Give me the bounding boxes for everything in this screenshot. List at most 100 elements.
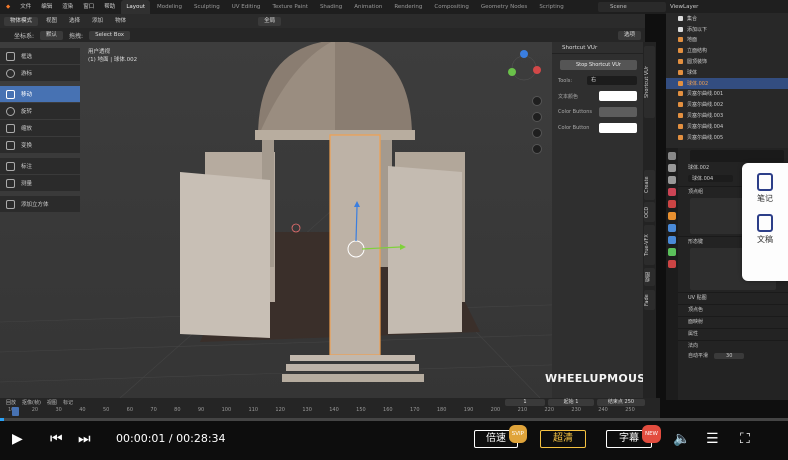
outliner-row[interactable]: 圆顶装饰 <box>666 56 788 67</box>
material-props-icon[interactable] <box>668 260 676 268</box>
play-icon[interactable]: ▶ <box>12 431 23 447</box>
outliner-row[interactable]: 贝塞尔曲线.001 <box>666 89 788 100</box>
menu-window[interactable]: 窗口 <box>79 0 98 14</box>
properties-search[interactable] <box>690 150 784 162</box>
modifier-props-icon[interactable] <box>668 224 676 232</box>
timeline-menu-playback[interactable]: 回放 <box>6 399 16 406</box>
menu-help[interactable]: 帮助 <box>100 0 119 14</box>
notes-button[interactable]: 笔记 <box>742 173 788 204</box>
menu-file[interactable]: 文件 <box>16 0 35 14</box>
tab-true-vfx[interactable]: True-VFX <box>644 225 655 265</box>
tab-animation[interactable]: Animation <box>349 0 387 14</box>
timeline-menu-keying[interactable]: 抠像(帧) <box>22 399 41 406</box>
menu-render[interactable]: 渲染 <box>58 0 77 14</box>
tool-annotate[interactable]: 标注 <box>0 158 80 174</box>
mesh-name-field[interactable]: 球体.004 <box>688 175 734 182</box>
menu-object[interactable]: 物体 <box>111 14 130 28</box>
data-props-icon[interactable] <box>668 248 676 256</box>
menu-select[interactable]: 选择 <box>65 14 84 28</box>
end-frame-field[interactable]: 结束点 250 <box>597 399 645 406</box>
section-face-maps[interactable]: 面映射 <box>666 316 788 326</box>
grid-view-icon[interactable] <box>532 144 542 154</box>
tab-scripting[interactable]: Scripting <box>534 0 568 14</box>
camera-icon[interactable] <box>532 128 542 138</box>
outliner-row[interactable]: 集合 <box>666 13 788 24</box>
outliner-row[interactable]: 添加以下 <box>666 24 788 35</box>
next-icon[interactable]: ⏭ <box>78 431 91 447</box>
constraint-props-icon[interactable] <box>668 236 676 244</box>
drag-dropdown[interactable]: Select Box <box>89 30 131 40</box>
tab-shading[interactable]: Shading <box>315 0 347 14</box>
playlist-icon[interactable]: ☰ <box>706 431 719 447</box>
tool-scale[interactable]: 缩放 <box>0 120 80 136</box>
current-frame-field[interactable]: 1 <box>505 399 545 406</box>
tab-ocd[interactable]: OCD <box>644 202 655 222</box>
previous-icon[interactable]: ⏮ <box>50 431 63 447</box>
menu-view[interactable]: 视图 <box>42 14 61 28</box>
tool-measure[interactable]: 测量 <box>0 175 80 191</box>
tab-sculpting[interactable]: Sculpting <box>189 0 225 14</box>
outliner-row[interactable]: 球体 <box>666 67 788 78</box>
fullscreen-icon[interactable]: ⛶ <box>740 431 750 447</box>
speed-button[interactable]: 倍速 SVIP <box>474 425 527 448</box>
tab-fade[interactable]: Fade <box>644 290 655 310</box>
tool-add-cube[interactable]: 添加立方体 <box>0 196 80 212</box>
object-props-icon[interactable] <box>668 212 676 220</box>
coord-dropdown[interactable]: 默认 <box>40 30 64 40</box>
section-attributes[interactable]: 属性 <box>666 328 788 338</box>
tab-create[interactable]: Create <box>644 170 655 200</box>
autosmooth-field[interactable]: 30 <box>714 352 745 359</box>
tool-select-box[interactable]: 框选 <box>0 48 80 64</box>
timeline-playhead[interactable] <box>12 407 19 416</box>
outliner-row[interactable]: 贝塞尔曲线.004 <box>666 121 788 132</box>
tab-shortcut-vur[interactable]: Shortcut VUr <box>644 46 655 118</box>
tab-rendering[interactable]: Rendering <box>389 0 427 14</box>
zoom-icon[interactable] <box>532 96 542 106</box>
progress-bar[interactable] <box>0 418 788 421</box>
tab-compositing[interactable]: Compositing <box>429 0 473 14</box>
menu-edit[interactable]: 编辑 <box>37 0 56 14</box>
timeline[interactable]: 回放 抠像(帧) 视图 标记 1 起始 1 结束点 250 1020304050… <box>0 398 660 418</box>
tab-texture-paint[interactable]: Texture Paint <box>267 0 313 14</box>
section-color-attributes[interactable]: 顶点色 <box>666 304 788 314</box>
color-buttons-swatch[interactable] <box>599 107 637 117</box>
blender-logo-icon[interactable]: ◆ <box>2 0 14 14</box>
tool-props-icon[interactable] <box>668 152 676 160</box>
menu-add[interactable]: 添加 <box>88 14 107 28</box>
scene-props-icon[interactable] <box>668 188 676 196</box>
scene-selector[interactable]: Scene <box>598 2 666 12</box>
orientation-dropdown[interactable]: 全局 <box>258 16 282 26</box>
subtitle-button[interactable]: 字幕 NEW <box>606 425 661 448</box>
tab-modeling[interactable]: Modeling <box>152 0 187 14</box>
section-normals[interactable]: 法向 <box>666 340 788 350</box>
text-color-swatch[interactable] <box>599 91 637 101</box>
3d-viewport[interactable]: 框选 游标 移动 旋转 缩放 变换 标注 测量 添加立方体 用户透视 (1) 地… <box>0 42 645 398</box>
tools-dropdown[interactable]: 右 <box>587 76 637 85</box>
timeline-menu-view[interactable]: 视图 <box>47 399 57 406</box>
output-props-icon[interactable] <box>668 176 676 184</box>
tab-geometry-nodes[interactable]: Geometry Nodes <box>476 0 532 14</box>
volume-icon[interactable]: 🔈 <box>673 431 690 447</box>
tab-uv-editing[interactable]: UV Editing <box>227 0 266 14</box>
tab-layout[interactable]: Layout <box>121 0 151 14</box>
outliner-row[interactable]: 贝塞尔曲线.003 <box>666 110 788 121</box>
outliner-row[interactable]: 贝塞尔曲线.002 <box>666 99 788 110</box>
world-props-icon[interactable] <box>668 200 676 208</box>
quality-button[interactable]: 超清 <box>540 430 586 448</box>
tool-move[interactable]: 移动 <box>0 86 80 102</box>
options-dropdown[interactable]: 选项 <box>617 30 641 40</box>
color-button-swatch[interactable] <box>599 123 637 133</box>
section-uv-maps[interactable]: UV 贴图 <box>666 292 788 302</box>
outliner-row[interactable]: 地面 <box>666 35 788 46</box>
mode-dropdown[interactable]: 物体模式 <box>4 16 39 26</box>
outliner-row[interactable]: 立面结构 <box>666 45 788 56</box>
outliner-row[interactable]: 贝塞尔曲线.005 <box>666 132 788 143</box>
stop-shortcut-button[interactable]: Stop Shortcut VUr <box>560 60 637 70</box>
document-button[interactable]: 文稿 <box>742 214 788 245</box>
tab-view[interactable]: 视图 <box>644 268 655 286</box>
tool-cursor[interactable]: 游标 <box>0 65 80 81</box>
render-props-icon[interactable] <box>668 164 676 172</box>
outliner-row-selected[interactable]: 球体.002 <box>666 77 788 89</box>
tool-transform[interactable]: 变换 <box>0 137 80 153</box>
start-frame-field[interactable]: 起始 1 <box>548 399 594 406</box>
